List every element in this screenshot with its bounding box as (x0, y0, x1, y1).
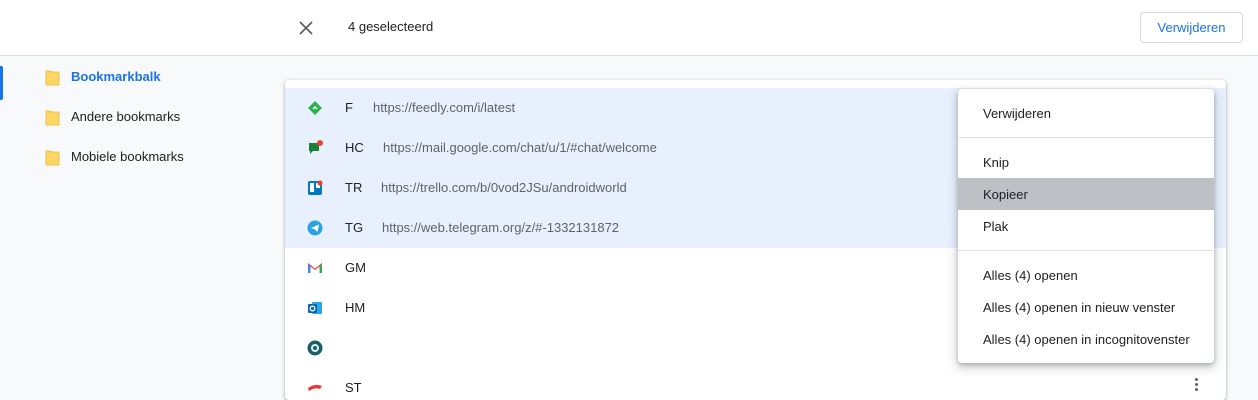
bookmark-url: https://trello.com/b/0vod2JSu/androidwor… (381, 180, 627, 195)
folder-icon (45, 110, 60, 126)
telegram-icon (307, 220, 323, 236)
context-menu: Verwijderen Knip Kopieer Plak Alles (4) … (958, 89, 1214, 363)
bookmark-url: https://web.telegram.org/z/#-1332131872 (382, 220, 620, 235)
bookmark-row[interactable]: ST (285, 368, 1226, 400)
sidebar-item-mobiele-bookmarks[interactable]: Mobiele bookmarks (0, 136, 270, 176)
menu-item-delete[interactable]: Verwijderen (958, 97, 1214, 129)
bookmark-title: F (345, 100, 353, 115)
delete-button[interactable]: Verwijderen (1140, 12, 1243, 43)
bookmark-title: HC (345, 140, 364, 155)
stadia-icon (308, 384, 322, 391)
menu-item-open-all[interactable]: Alles (4) openen (958, 259, 1214, 291)
sidebar-item-label: Bookmarkbalk (71, 69, 161, 84)
folder-icon (45, 70, 60, 86)
menu-item-open-all-incognito[interactable]: Alles (4) openen in incognitovenster (958, 323, 1214, 355)
menu-item-open-all-new-window[interactable]: Alles (4) openen in nieuw venster (958, 291, 1214, 323)
menu-item-copy[interactable]: Kopieer (958, 178, 1214, 210)
bookmark-title: GM (345, 260, 366, 275)
feedly-icon (308, 101, 322, 115)
menu-divider (958, 250, 1214, 251)
bookmark-title: TG (345, 220, 364, 235)
close-selection-button[interactable] (296, 18, 316, 38)
gmail-icon (308, 263, 322, 273)
sidebar-item-label: Andere bookmarks (71, 109, 181, 124)
selection-toolbar: 4 geselecteerd Verwijderen (0, 0, 1258, 56)
sidebar-item-bookmarkbalk[interactable]: Bookmarkbalk (0, 56, 270, 100)
sidebar-item-label: Mobiele bookmarks (71, 149, 184, 164)
app-icon (307, 340, 323, 356)
menu-divider (958, 137, 1214, 138)
trello-icon (308, 180, 323, 195)
more-actions-button[interactable] (1188, 378, 1204, 394)
outlook-icon (308, 302, 322, 314)
bookmark-url: https://feedly.com/i/latest (373, 100, 516, 115)
sidebar-item-andere-bookmarks[interactable]: Andere bookmarks (0, 96, 270, 136)
folder-icon (45, 150, 60, 166)
folder-sidebar: Bookmarkbalk Andere bookmarks Mobiele bo… (0, 56, 270, 176)
menu-item-cut[interactable]: Knip (958, 146, 1214, 178)
bookmark-title: TR (345, 180, 363, 195)
menu-item-paste[interactable]: Plak (958, 210, 1214, 242)
google-chat-icon (309, 140, 323, 154)
bookmark-title: ST (345, 380, 362, 395)
bookmark-title: HM (345, 300, 366, 315)
close-icon (299, 21, 313, 35)
more-vert-icon (1194, 378, 1198, 381)
bookmark-url: https://mail.google.com/chat/u/1/#chat/w… (383, 140, 657, 155)
selection-count: 4 geselecteerd (348, 19, 434, 34)
